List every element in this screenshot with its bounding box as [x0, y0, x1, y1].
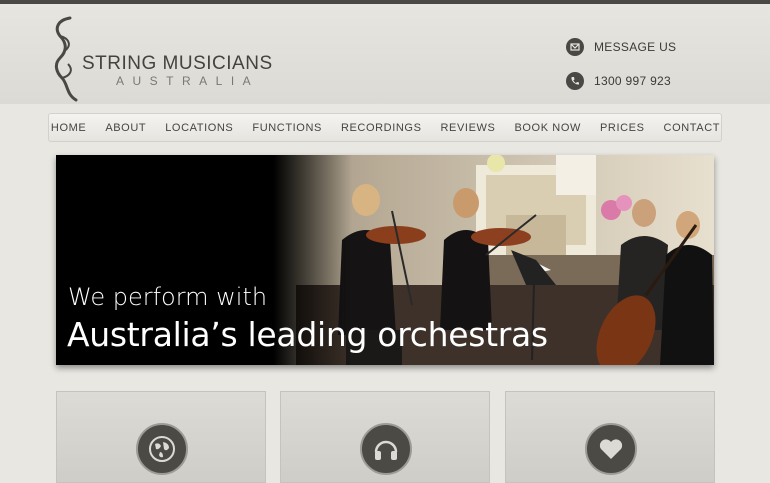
site-header: STRING MUSICIANS AUSTRALIA MESSAGE US 13… — [0, 4, 770, 104]
violin-scroll-logo-icon — [54, 16, 78, 102]
feature-card-heart[interactable] — [505, 391, 715, 483]
envelope-icon — [566, 38, 584, 56]
message-us-link[interactable]: MESSAGE US — [566, 38, 676, 56]
brand-title[interactable]: STRING MUSICIANS — [82, 53, 273, 75]
phone-number: 1300 997 923 — [594, 74, 672, 88]
nav-locations[interactable]: LOCATIONS — [155, 122, 242, 134]
nav-prices[interactable]: PRICES — [590, 122, 654, 134]
brand-subtitle: AUSTRALIA — [116, 74, 260, 88]
feature-card-headphones[interactable] — [280, 391, 490, 483]
phone-icon — [566, 72, 584, 90]
nav-home[interactable]: HOME — [41, 122, 95, 134]
hero-line-2: Australia’s leading orchestras — [67, 315, 548, 354]
nav-reviews[interactable]: REVIEWS — [431, 122, 505, 134]
nav-about[interactable]: ABOUT — [95, 122, 155, 134]
nav-functions[interactable]: FUNCTIONS — [242, 122, 331, 134]
nav-contact[interactable]: CONTACT — [654, 122, 730, 134]
heart-icon — [585, 423, 637, 475]
feature-card-globe[interactable] — [56, 391, 266, 483]
main-nav: HOME ABOUT LOCATIONS FUNCTIONS RECORDING… — [48, 113, 722, 142]
headphones-icon — [360, 423, 412, 475]
hero-line-1: We perform with — [68, 283, 268, 311]
nav-recordings[interactable]: RECORDINGS — [331, 122, 431, 134]
phone-link[interactable]: 1300 997 923 — [566, 72, 671, 90]
nav-book-now[interactable]: BOOK NOW — [504, 122, 590, 134]
globe-icon — [136, 423, 188, 475]
hero-banner[interactable]: We perform with Australia’s leading orch… — [56, 155, 714, 365]
message-us-label: MESSAGE US — [594, 40, 677, 54]
